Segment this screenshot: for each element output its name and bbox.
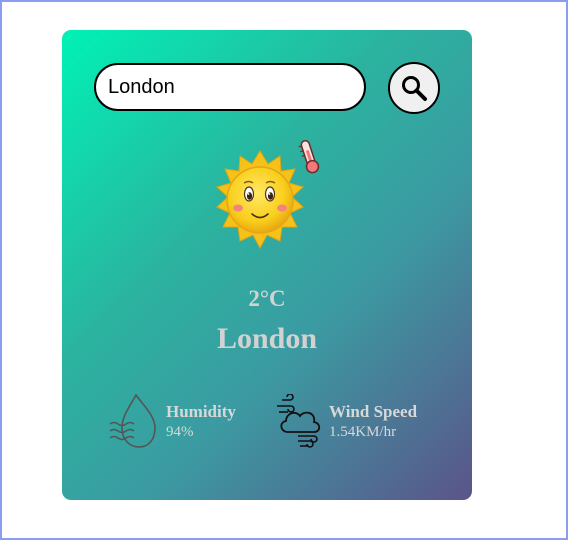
humidity-value: 94% [166,424,194,440]
weather-card: 2°C London Humidity 94% Wind Speed 1.54K… [62,30,472,500]
search-icon [402,76,427,101]
sun-thermometer-icon [215,139,320,250]
humidity-drop-icon [109,393,156,448]
search-button[interactable] [388,62,440,114]
wind-cloud-icon [277,394,321,448]
wind-speed-value: 1.54KM/hr [329,424,397,440]
city-search-input[interactable] [94,63,366,111]
humidity-label: Humidity [166,402,236,421]
wind-speed-label: Wind Speed [329,402,418,421]
city-name: London [216,322,318,355]
temperature: 2°C [248,286,286,311]
